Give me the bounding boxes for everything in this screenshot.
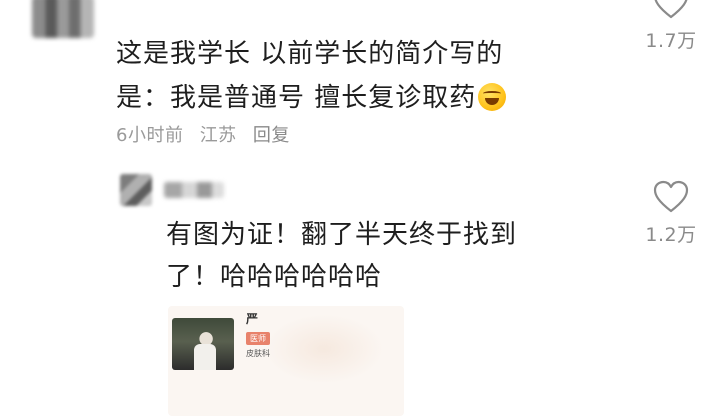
comment-text: 这是我学长 以前学长的简介写的 是：我是普通号 擅长复诊取药 (116, 32, 606, 120)
reply-avatar-blurred[interactable] (120, 174, 152, 206)
like-count-top: 1.7万 (645, 30, 697, 52)
comment-line-2: 是：我是普通号 擅长复诊取药 (116, 76, 606, 120)
like-button-top[interactable]: 1.7万 (636, 0, 706, 53)
reply-username-blurred[interactable] (164, 182, 224, 198)
reply-button[interactable]: 回复 (253, 125, 290, 146)
reply-image-attachment[interactable]: 严 医师 皮肤科 (168, 306, 404, 416)
heart-icon (653, 180, 689, 213)
doctor-photo (172, 318, 234, 370)
comment-meta: 6小时前 江苏 回复 (116, 121, 300, 147)
comment-location: 江苏 (199, 125, 237, 146)
reply-line-2: 了！哈哈哈哈哈哈 (166, 262, 383, 292)
avatar-blurred[interactable] (32, 0, 94, 38)
reply-line-1: 有图为证！翻了半天终于找到 (166, 220, 518, 250)
laughing-emoji-icon (478, 83, 507, 111)
reply-text: 有图为证！翻了半天终于找到 了！哈哈哈哈哈哈 (166, 214, 606, 298)
comment-line-2-text: 是：我是普通号 擅长复诊取药 (116, 83, 477, 113)
heart-icon (654, 0, 688, 19)
image-glow (264, 314, 384, 384)
comment-time: 6小时前 (116, 125, 184, 146)
like-button-reply[interactable]: 1.2万 (636, 180, 706, 247)
doctor-department: 皮肤科 (246, 349, 270, 358)
like-count-reply: 1.2万 (645, 224, 697, 246)
comment-line-1: 这是我学长 以前学长的简介写的 (116, 39, 504, 69)
doctor-title-badge: 医师 (246, 332, 270, 345)
doctor-name-glyph: 严 (246, 312, 259, 326)
